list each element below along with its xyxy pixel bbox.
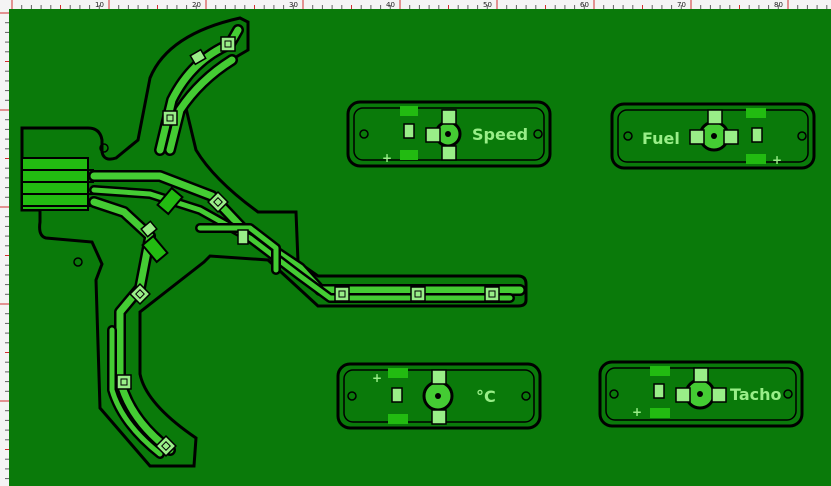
smd-resistor [751, 127, 763, 143]
connector-block [21, 157, 89, 211]
pcb-canvas[interactable]: + Speed + Fuel + °C + Tacho [9, 9, 831, 486]
gauge-center-hole [711, 133, 717, 139]
led-pad [431, 409, 447, 425]
ruler-label: 20 [192, 1, 201, 9]
smd-pad [400, 106, 418, 116]
gauge-center-hole [445, 131, 451, 137]
led-pad [707, 109, 723, 125]
led-pad [431, 369, 447, 385]
ruler-label: 50 [483, 1, 492, 9]
smd-resistor [391, 387, 403, 403]
led-pad [693, 367, 709, 383]
led-pad [711, 387, 727, 403]
led-pad [410, 286, 426, 302]
polarity-mark: + [632, 405, 642, 419]
smd-pad [746, 108, 766, 118]
smd-resistor-2 [237, 229, 249, 245]
smd-pad [650, 366, 670, 376]
led-pad [723, 129, 739, 145]
led-pad [441, 145, 457, 161]
ruler-label: 80 [774, 1, 783, 9]
led-pad [675, 387, 691, 403]
led-pad [334, 286, 350, 302]
gauge-center-hole [435, 393, 441, 399]
smd-resistor [403, 123, 415, 139]
ruler-label: 10 [95, 1, 104, 9]
ruler-label: 30 [289, 1, 298, 9]
smd-pad [388, 368, 408, 378]
horizontal-ruler: 102030405060708090100110120130140150160 [0, 0, 831, 9]
led-pad [220, 36, 236, 52]
smd-pad [388, 414, 408, 424]
polarity-mark: + [372, 371, 382, 385]
gauge-fuel-label: Fuel [642, 129, 680, 148]
smd-pad [746, 154, 766, 164]
polarity-mark: + [772, 153, 782, 167]
led-pad [441, 109, 457, 125]
smd-pad [650, 408, 670, 418]
smd-pad [400, 150, 418, 160]
led-pad [425, 127, 441, 143]
gauge-speed-label: Speed [472, 125, 528, 144]
ruler-label: 40 [386, 1, 395, 9]
led-pad [484, 286, 500, 302]
polarity-mark: + [382, 151, 392, 165]
gauge-center-hole [697, 391, 703, 397]
vertical-ruler [0, 9, 9, 486]
gauge-tacho-label: Tacho [730, 385, 782, 404]
ruler-label: 70 [677, 1, 686, 9]
led-pad [689, 129, 705, 145]
led-pad [116, 374, 132, 390]
ruler-label: 60 [580, 1, 589, 9]
gauge-temp-label: °C [476, 387, 496, 406]
smd-resistor [653, 383, 665, 399]
led-pad [162, 110, 178, 126]
